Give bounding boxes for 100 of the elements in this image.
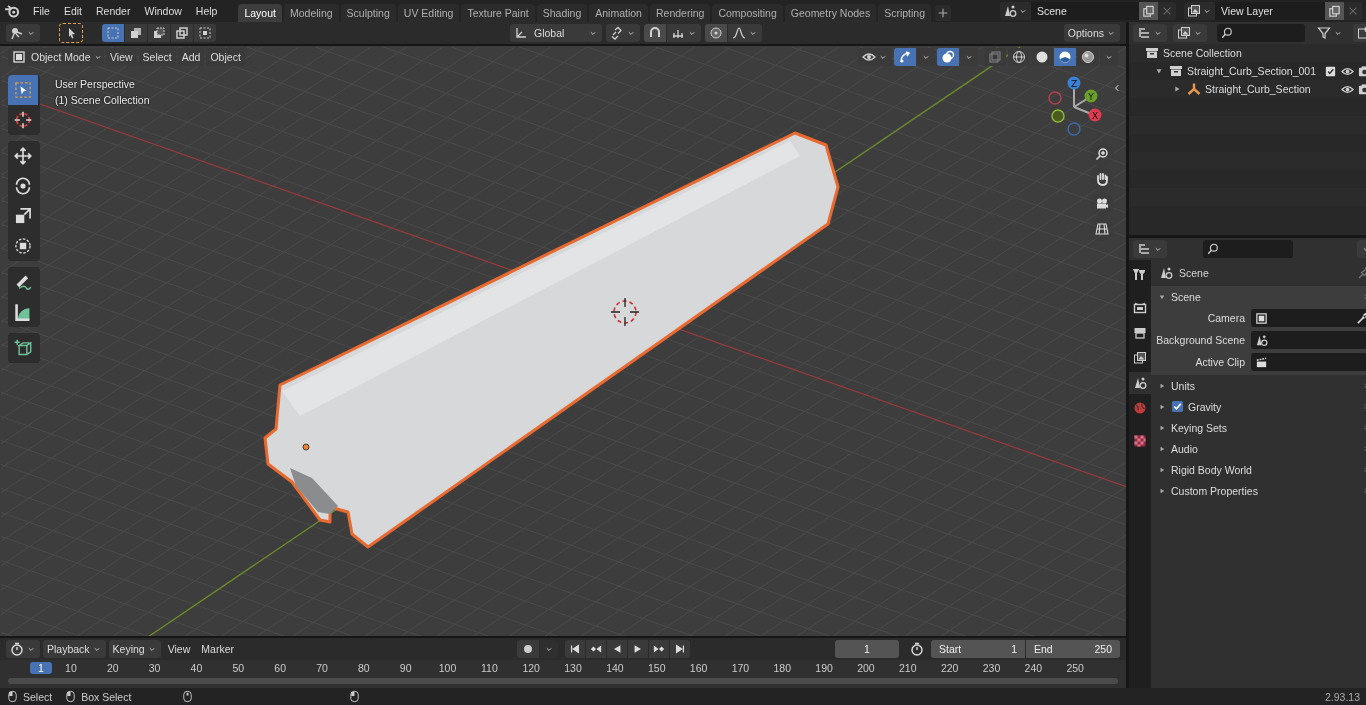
view-layer-dropdown[interactable]: [1173, 24, 1207, 42]
outliner-item[interactable]: Scene Collection: [1163, 47, 1242, 59]
search-icon: [1207, 243, 1219, 255]
workspace-tab[interactable]: Shading: [536, 4, 588, 22]
timeline-scrollbar[interactable]: [8, 678, 1118, 684]
menu-item[interactable]: Render: [89, 2, 138, 20]
shading-button[interactable]: [1054, 47, 1076, 66]
menu-item[interactable]: View: [163, 640, 195, 658]
duplicate-button[interactable]: [1139, 2, 1158, 20]
editor-type-button[interactable]: [1133, 240, 1167, 258]
frame-number: 190: [814, 662, 834, 674]
outliner-item[interactable]: Straight_Curb_Section: [1205, 83, 1311, 95]
panel-header[interactable]: Gravity: [1188, 400, 1222, 413]
workspace-tab[interactable]: Modeling: [283, 4, 339, 22]
sidebar-toggle[interactable]: [1112, 83, 1122, 93]
workspace-tab[interactable]: Rendering: [649, 4, 711, 22]
end-frame-field[interactable]: End 250: [1026, 640, 1120, 658]
snap-dropdown[interactable]: [667, 24, 701, 42]
menu-item[interactable]: Window: [137, 2, 189, 20]
menu-item[interactable]: File: [26, 2, 57, 20]
clip-field[interactable]: [1251, 353, 1366, 371]
menu-item[interactable]: Object: [206, 47, 245, 66]
search-field[interactable]: [1217, 24, 1305, 42]
panel-header[interactable]: Rigid Body World: [1171, 463, 1252, 476]
exclude-checkbox[interactable]: [1324, 64, 1337, 78]
snap-toggle[interactable]: [644, 24, 666, 42]
duplicate-button[interactable]: [1325, 2, 1344, 20]
start-frame-field[interactable]: Start 1: [931, 640, 1025, 658]
menu-item[interactable]: Keying: [108, 640, 161, 658]
view-layer-name-field[interactable]: View Layer: [1215, 2, 1325, 20]
render-icon: [1133, 301, 1147, 315]
view-layer-picker[interactable]: [1184, 2, 1215, 20]
search-field[interactable]: [1203, 240, 1293, 258]
scene-field[interactable]: [1251, 331, 1366, 349]
properties-tab[interactable]: [1129, 372, 1151, 394]
select-mode-button[interactable]: [148, 24, 170, 42]
panel-header[interactable]: Units: [1171, 379, 1195, 392]
collection-box-icon: [1169, 64, 1183, 78]
frame-number: 110: [480, 662, 499, 674]
overlay-toggle[interactable]: [937, 47, 959, 66]
panel-header[interactable]: Audio: [1171, 442, 1198, 455]
play-reverse-button[interactable]: [606, 640, 627, 658]
gizmo-toggle[interactable]: [894, 47, 916, 66]
select-mode-button[interactable]: [171, 24, 193, 42]
menu-item[interactable]: Add: [177, 47, 205, 66]
workspace-tab[interactable]: UV Editing: [397, 4, 460, 22]
app-logo-icon[interactable]: [4, 3, 20, 19]
panel-header[interactable]: Keying Sets: [1171, 421, 1228, 434]
workspace-tab[interactable]: Scripting: [878, 4, 931, 22]
selection-mode-icon: [106, 26, 120, 40]
falloff-dropdown[interactable]: [728, 24, 762, 42]
options-dropdown[interactable]: Options: [1063, 24, 1120, 42]
jump-end-button[interactable]: [669, 640, 690, 658]
status-hint: Select: [23, 690, 53, 703]
jump-start-button[interactable]: [564, 640, 585, 658]
editor-type-button[interactable]: [6, 24, 40, 42]
camera-field[interactable]: [1251, 309, 1366, 327]
workspace-tab[interactable]: Texture Paint: [461, 4, 535, 22]
scene-name-field[interactable]: Scene: [1031, 2, 1139, 20]
mode-dropdown[interactable]: Object Mode: [8, 47, 104, 66]
checkbox[interactable]: [1171, 400, 1184, 413]
selection-mode-icon: [129, 26, 143, 40]
menu-item[interactable]: Help: [188, 2, 225, 20]
shading-button[interactable]: [1077, 47, 1099, 66]
prev-keyframe-button[interactable]: [585, 640, 606, 658]
scene-picker[interactable]: [1000, 2, 1031, 20]
active-tool-button[interactable]: [60, 24, 82, 42]
unlink-button[interactable]: [1158, 2, 1176, 20]
proportional-toggle[interactable]: [705, 24, 727, 42]
menu-item[interactable]: Edit: [56, 2, 89, 20]
select-mode-button[interactable]: [125, 24, 147, 42]
play-button[interactable]: [627, 640, 648, 658]
panel-header[interactable]: Scene: [1171, 290, 1201, 303]
current-frame-field[interactable]: 1: [835, 640, 899, 658]
add-workspace-button[interactable]: [935, 5, 951, 21]
frame-number: 140: [605, 662, 625, 674]
workspace-tab[interactable]: Animation: [589, 4, 648, 22]
workspace-tab[interactable]: Layout: [238, 4, 282, 22]
material-sphere-icon: [1058, 49, 1072, 64]
select-mode-button[interactable]: [194, 24, 216, 42]
tool-button[interactable]: [8, 333, 38, 363]
menu-item[interactable]: Select: [138, 47, 176, 66]
editor-type-button[interactable]: [6, 640, 40, 658]
menu-item[interactable]: Marker: [197, 640, 238, 658]
workspace-tab[interactable]: Compositing: [712, 4, 783, 22]
navigation-gizmo[interactable]: Z Y X: [1046, 75, 1106, 137]
display-mode-dropdown[interactable]: [1133, 24, 1167, 42]
current-frame-marker[interactable]: 1: [30, 662, 52, 674]
workspace-tab[interactable]: Sculpting: [340, 4, 396, 22]
outliner-item[interactable]: Straight_Curb_Section_001: [1187, 65, 1316, 77]
record-button[interactable]: [516, 640, 539, 658]
pivot-dropdown[interactable]: [606, 24, 640, 42]
orientation-dropdown[interactable]: Global: [510, 24, 602, 42]
menu-item[interactable]: Playback: [43, 640, 106, 658]
menu-item[interactable]: View: [106, 47, 137, 66]
next-keyframe-button[interactable]: [648, 640, 669, 658]
eyedropper-icon[interactable]: [1356, 311, 1366, 325]
workspace-tab[interactable]: Geometry Nodes: [784, 4, 877, 22]
editor-type-icon: [10, 26, 24, 40]
panel-header[interactable]: Custom Properties: [1171, 484, 1258, 497]
